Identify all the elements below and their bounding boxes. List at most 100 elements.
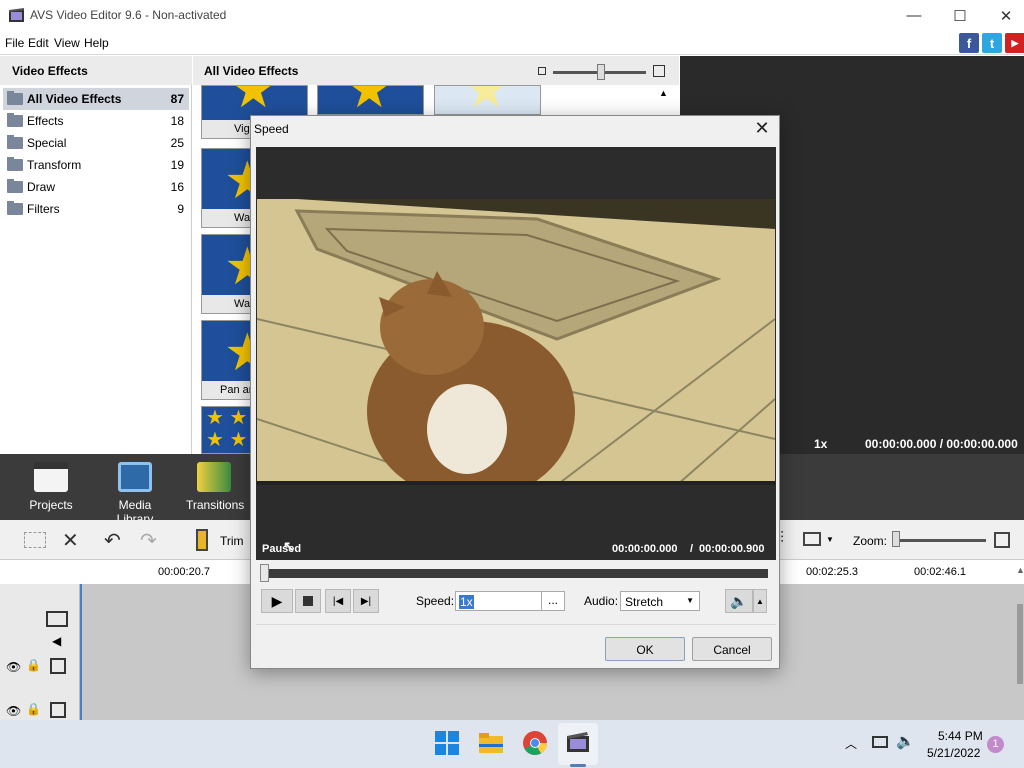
folder-icon [7,201,23,215]
speed-dialog: Speed ✕ Paused ↖ 00:00:00.000 / 00:00:00… [250,115,780,669]
thumb-size-slider-handle[interactable] [597,64,605,80]
close-button[interactable]: ✕ [983,0,1024,31]
menu-view[interactable]: View [54,36,80,50]
fit-zoom-icon[interactable] [994,532,1010,548]
visibility-icon[interactable]: 👁 [6,660,21,674]
ruler-time: 00:02:46.1 [914,566,966,578]
small-thumbs-icon[interactable] [538,67,546,75]
zoom-slider-handle[interactable] [892,531,900,547]
folder-icon [479,733,503,753]
maximize-icon: ☐ [953,7,967,25]
menu-bar: File Edit View Help [0,31,1024,55]
dialog-close-button[interactable]: ✕ [751,118,773,139]
show-hidden-icons[interactable]: ︿ [845,735,857,752]
facebook-icon[interactable]: f [959,33,979,53]
tab-media-library[interactable]: Media Library [100,462,170,526]
title-bar: AVS Video Editor 9.6 - Non-activated — ☐… [0,0,1024,31]
clock-date[interactable]: 5/21/2022 [927,746,980,760]
category-special[interactable]: Special 25 [3,132,189,154]
category-effects[interactable]: Effects 18 [3,110,189,132]
tab-projects[interactable]: Projects [28,462,74,512]
ok-button[interactable]: OK [605,637,685,661]
lock-icon[interactable]: 🔒 [26,658,41,672]
speed-label: Speed: [416,594,455,608]
category-draw[interactable]: Draw 16 [3,176,189,198]
visibility-icon[interactable]: 👁 [6,704,21,718]
stop-button[interactable] [295,589,321,613]
effect-thumb[interactable]: ★ [317,85,424,115]
app-logo-icon [9,8,24,22]
category-filters[interactable]: Filters 9 [3,198,189,220]
menu-help[interactable]: Help [84,36,109,50]
seek-handle[interactable] [260,564,269,582]
trim-icon[interactable] [196,529,208,551]
effects-panel-header: All Video Effects [193,56,679,85]
chrome-button[interactable] [522,730,548,756]
lock-icon[interactable]: 🔒 [26,702,41,716]
trim-label[interactable]: Trim [220,534,244,548]
pointer-cursor-icon: ↖ [283,538,295,554]
avs-video-editor-button[interactable] [565,730,591,756]
mute-icon[interactable]: ◀ [52,634,61,648]
twitter-icon[interactable]: t [982,33,1002,53]
audio-label: Audio: [584,594,619,608]
scroll-up-arrow-icon[interactable]: ▲ [1016,565,1024,575]
playback-status-bar: Paused ↖ 00:00:00.000 / 00:00:00.900 [256,536,776,560]
levels-icon[interactable]: ⫶ [780,530,784,548]
tab-transitions[interactable]: Transitions [186,462,244,512]
stop-icon [303,596,313,606]
dialog-divider [256,624,776,625]
clock-time[interactable]: 5:44 PM [938,729,983,743]
effect-thumb[interactable]: ★ [434,85,541,115]
video-frame-cat [257,199,775,485]
category-count: 87 [170,92,184,106]
volume-button[interactable]: 🔈 [725,589,753,613]
undo-icon[interactable]: ↶ [104,528,121,553]
transitions-icon [197,462,231,492]
storyboard-icon[interactable] [24,532,46,548]
display-dropdown-icon[interactable]: ▼ [826,535,834,544]
seek-track[interactable] [265,569,768,578]
effect-track-icon [50,658,66,674]
category-count: 25 [170,136,184,150]
menu-file[interactable]: File [5,36,24,50]
maximize-button[interactable]: ☐ [937,0,983,31]
zoom-slider[interactable] [894,539,986,542]
youtube-icon[interactable]: ▶ [1005,33,1024,53]
audio-select[interactable]: Stretch ▼ [620,591,700,611]
playback-status: Paused [262,543,302,555]
volume-expand-button[interactable]: ▲ [753,589,767,613]
play-button[interactable]: ▶ [261,589,293,613]
next-button[interactable]: ▶| [353,589,379,613]
category-count: 19 [170,158,184,172]
speaker-icon[interactable]: 🔈 [896,732,915,750]
notification-badge[interactable]: 1 [987,736,1004,753]
speed-value[interactable]: 1x [459,595,474,609]
category-label: Special [27,136,67,150]
display-icon[interactable] [803,532,821,546]
scroll-up-arrow-icon[interactable]: ▲ [659,88,668,98]
seek-bar[interactable] [256,562,776,584]
category-all-video-effects[interactable]: All Video Effects 87 [3,88,189,110]
large-thumbs-icon[interactable] [653,65,665,77]
file-explorer-button[interactable] [478,730,504,756]
effects-panel-title: All Video Effects [204,64,299,78]
current-time: 00:00:00.000 [612,543,678,555]
redo-icon[interactable]: ↷ [140,528,157,553]
category-transform[interactable]: Transform 19 [3,154,189,176]
speed-field[interactable]: 1x ... [455,591,565,611]
start-button[interactable] [434,730,460,756]
minimize-button[interactable]: — [891,0,937,31]
film-icon [118,462,152,492]
time-separator: / [690,543,694,555]
speed-more-button[interactable]: ... [541,592,564,610]
menu-edit[interactable]: Edit [28,36,49,50]
star-icon: ★ [346,85,393,115]
network-icon[interactable] [872,736,888,748]
category-label: Effects [27,114,64,128]
previous-button[interactable]: |◀ [325,589,351,613]
vertical-scrollbar[interactable] [1017,604,1023,684]
cancel-button[interactable]: Cancel [692,637,772,661]
folder-icon [7,91,23,105]
delete-icon[interactable]: ✕ [62,528,79,553]
